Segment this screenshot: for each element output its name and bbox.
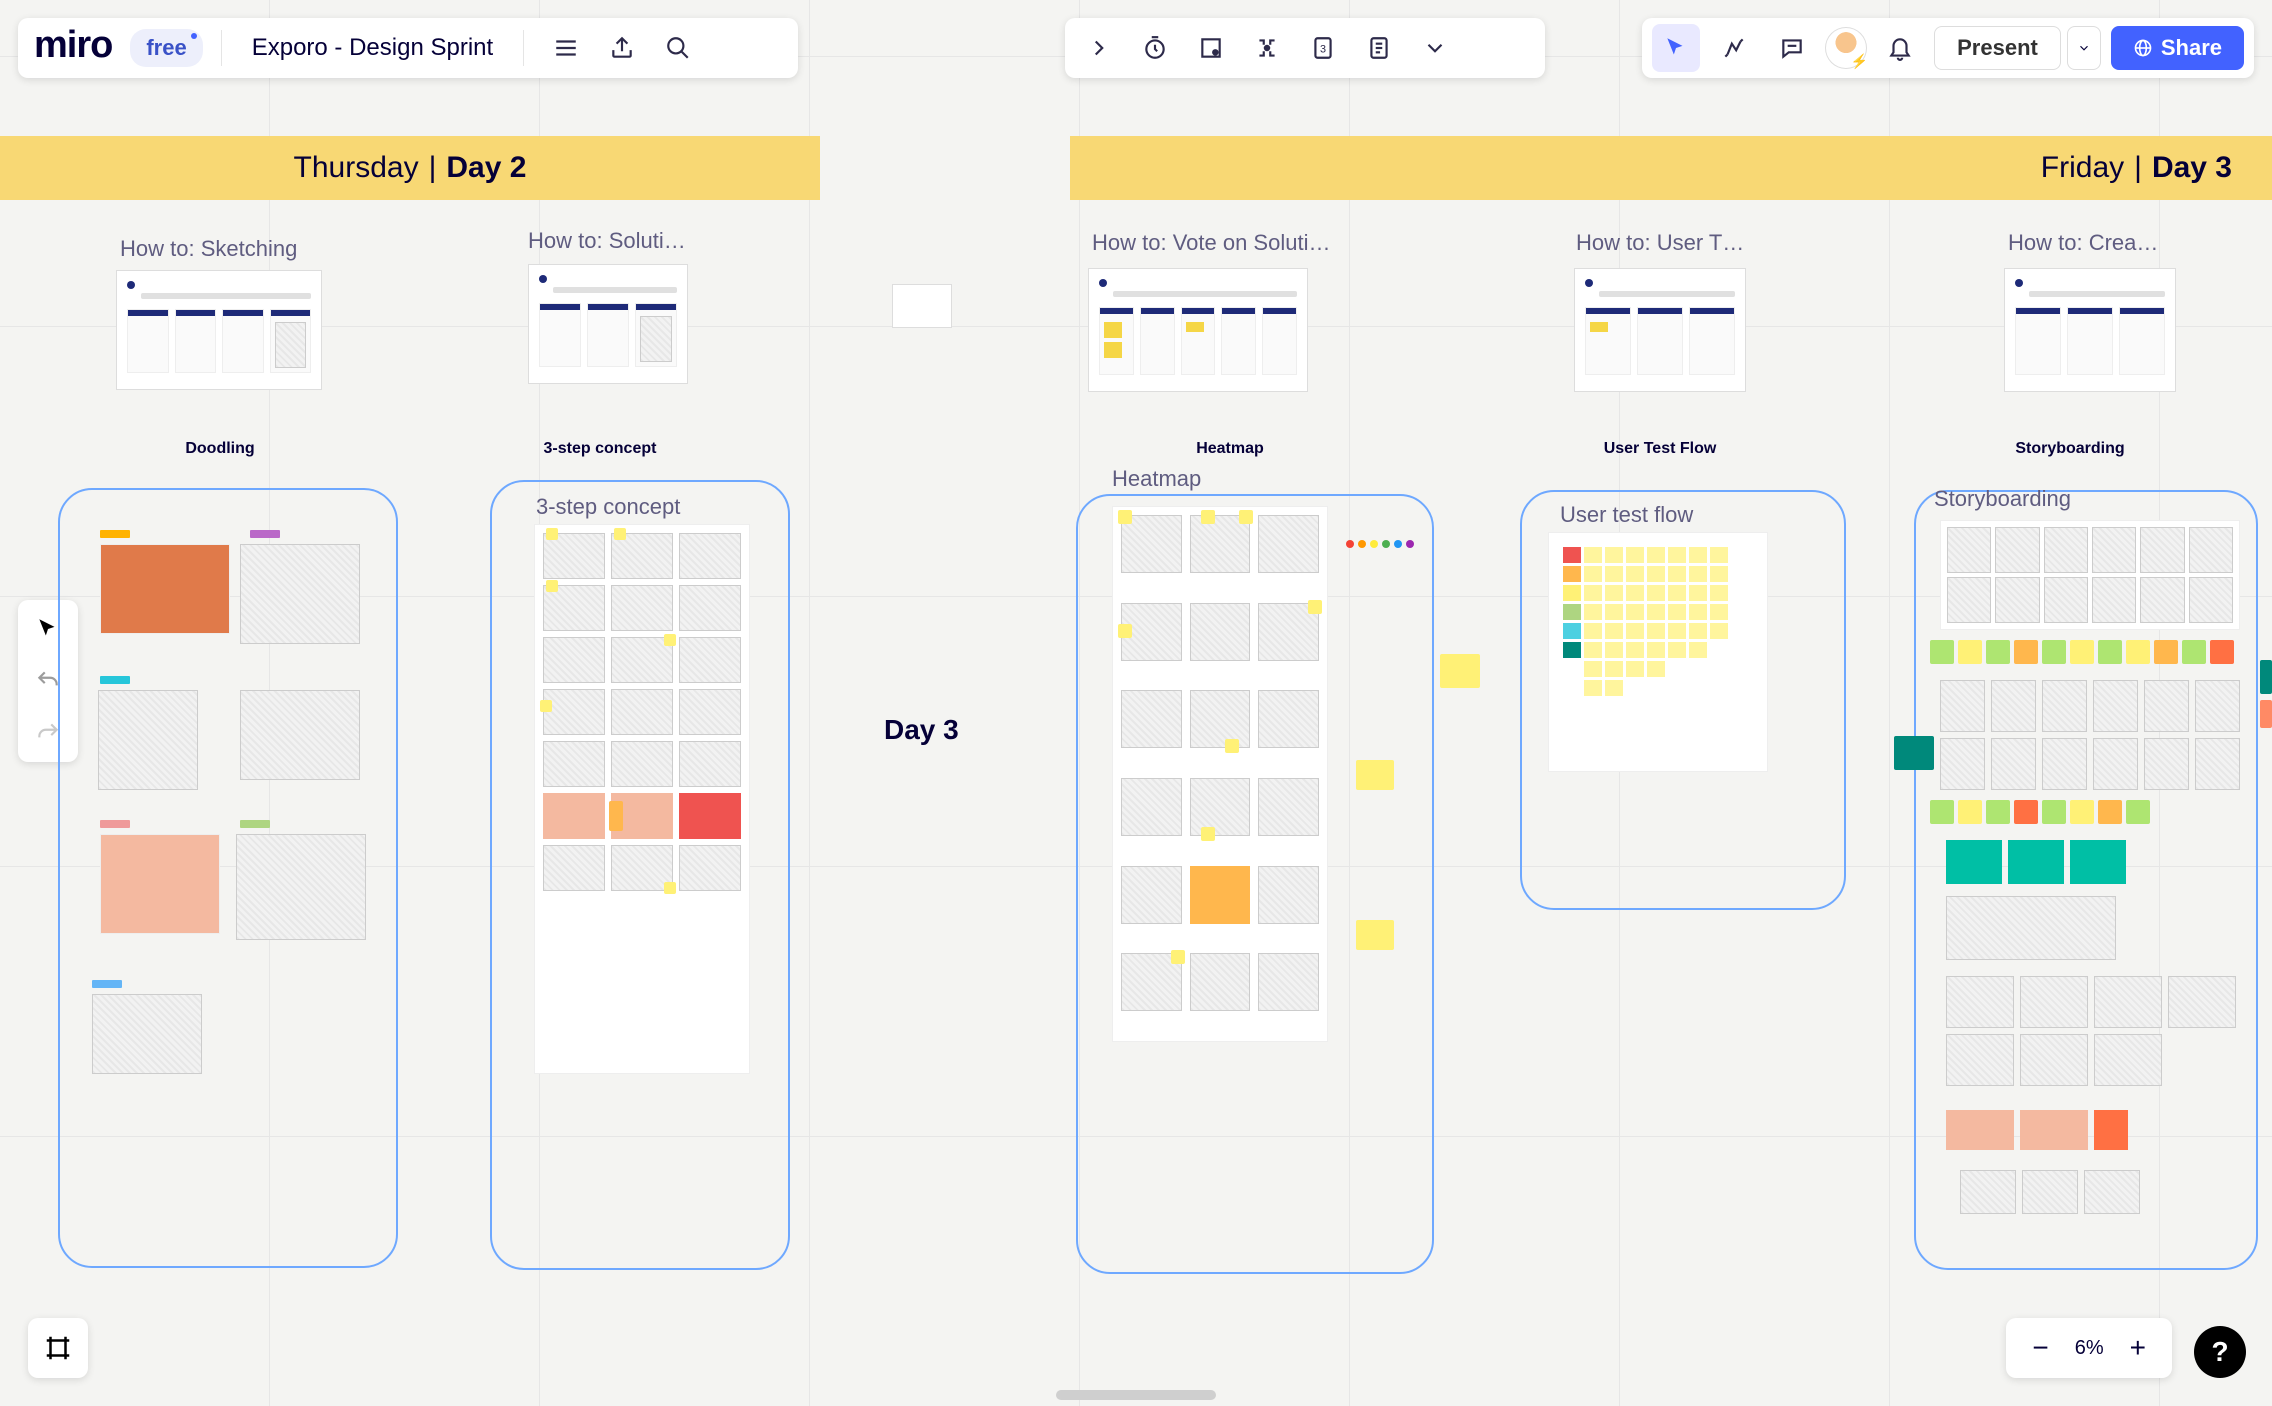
frame-title-threestep: 3-step concept bbox=[536, 494, 680, 520]
banner-day2-num: Day 2 bbox=[446, 151, 526, 185]
banner-day3-sep: | bbox=[2134, 151, 2142, 185]
tag[interactable] bbox=[92, 980, 122, 988]
sketch-photo[interactable] bbox=[100, 834, 220, 934]
attention-icon[interactable] bbox=[1243, 24, 1291, 72]
section-usertest-title: User Test Flow bbox=[1540, 440, 1780, 458]
howto-usertest-label: How to: User T… bbox=[1576, 230, 1744, 256]
timer-icon[interactable] bbox=[1131, 24, 1179, 72]
tag[interactable] bbox=[100, 820, 130, 828]
banner-day3[interactable]: Friday | Day 3 bbox=[1070, 136, 2272, 200]
sketch-photo[interactable] bbox=[240, 690, 360, 780]
sticky-note[interactable] bbox=[2260, 700, 2272, 728]
menu-icon[interactable] bbox=[542, 24, 590, 72]
sticky-note[interactable] bbox=[1440, 654, 1480, 688]
horizontal-scrollbar[interactable] bbox=[1056, 1390, 1216, 1400]
sketch-photo[interactable] bbox=[98, 690, 198, 790]
howto-solutions-label: How to: Soluti… bbox=[528, 228, 686, 254]
tag[interactable] bbox=[250, 530, 280, 538]
frame-title-heatmap: Heatmap bbox=[1112, 466, 1201, 492]
banner-day2-sep: | bbox=[429, 151, 437, 185]
expand-icon[interactable] bbox=[1075, 24, 1123, 72]
howto-card-solutions[interactable] bbox=[528, 264, 688, 384]
howto-card-sketching[interactable] bbox=[116, 270, 322, 390]
separator bbox=[523, 30, 524, 66]
section-heatmap-title: Heatmap bbox=[1110, 440, 1350, 458]
tag[interactable] bbox=[240, 820, 270, 828]
zoom-in-button[interactable]: + bbox=[2130, 1332, 2146, 1364]
toolbar-left: miro free Exporo - Design Sprint bbox=[18, 18, 798, 78]
present-dropdown[interactable] bbox=[2067, 26, 2101, 70]
howto-create-label: How to: Crea… bbox=[2008, 230, 2158, 256]
sketch-photo[interactable] bbox=[236, 834, 366, 940]
sticky-row[interactable] bbox=[1930, 800, 2260, 824]
section-storyboard-title: Storyboarding bbox=[1950, 440, 2190, 458]
storyboard-sketch-grid[interactable] bbox=[1946, 976, 2236, 1086]
board-title[interactable]: Exporo - Design Sprint bbox=[240, 34, 505, 62]
tag[interactable] bbox=[100, 530, 130, 538]
frames-panel-icon[interactable] bbox=[28, 1318, 88, 1378]
sketch-photo[interactable] bbox=[100, 544, 230, 634]
zoom-level[interactable]: 6% bbox=[2075, 1337, 2104, 1360]
storyboard-wireset-2[interactable] bbox=[1940, 680, 2240, 790]
sticky-note[interactable] bbox=[1356, 760, 1394, 790]
banner-day3-num: Day 3 bbox=[2152, 151, 2232, 185]
app-logo[interactable]: miro bbox=[28, 24, 122, 73]
user-avatar[interactable] bbox=[1826, 28, 1866, 68]
usertest-board[interactable] bbox=[1548, 532, 1768, 772]
notes-icon[interactable] bbox=[1355, 24, 1403, 72]
heatmap-legend[interactable] bbox=[1346, 540, 1416, 548]
hide-frames-icon[interactable] bbox=[1187, 24, 1235, 72]
banner-day2[interactable]: Thursday | Day 2 bbox=[0, 136, 820, 200]
sticky-note[interactable] bbox=[1894, 736, 1934, 770]
storyboard-wireset-1[interactable] bbox=[1940, 520, 2240, 630]
comments-icon[interactable] bbox=[1768, 24, 1816, 72]
sketch-photo[interactable] bbox=[240, 544, 360, 644]
content-card-small[interactable] bbox=[892, 284, 952, 328]
cursor-tool-icon[interactable] bbox=[1652, 24, 1700, 72]
howto-card-create[interactable] bbox=[2004, 268, 2176, 392]
separator bbox=[221, 30, 222, 66]
storyboard-bottom-row[interactable] bbox=[1960, 1170, 2140, 1214]
section-threestep-title: 3-step concept bbox=[480, 440, 720, 458]
storyboard-teal-cards[interactable] bbox=[1946, 840, 2126, 884]
search-icon[interactable] bbox=[654, 24, 702, 72]
plan-pill[interactable]: free bbox=[130, 29, 202, 67]
present-button[interactable]: Present bbox=[1934, 26, 2061, 70]
svg-text:3: 3 bbox=[1320, 43, 1326, 55]
toolbar-center: 3 bbox=[1065, 18, 1545, 78]
frame-title-usertest: User test flow bbox=[1560, 502, 1693, 528]
frame-title-storyboard: Storyboarding bbox=[1934, 486, 2071, 512]
sticky-note[interactable] bbox=[1356, 920, 1394, 950]
sticky-note[interactable] bbox=[2260, 660, 2272, 694]
sticky-row[interactable] bbox=[1930, 640, 2260, 664]
howto-card-usertest[interactable] bbox=[1574, 268, 1746, 392]
notifications-icon[interactable] bbox=[1876, 24, 1924, 72]
help-button[interactable]: ? bbox=[2194, 1326, 2246, 1378]
storyboard-peach-row[interactable] bbox=[1946, 1110, 2128, 1150]
howto-vote-label: How to: Vote on Soluti… bbox=[1092, 230, 1330, 256]
sketch-photo[interactable] bbox=[92, 994, 202, 1074]
export-icon[interactable] bbox=[598, 24, 646, 72]
howto-card-vote[interactable] bbox=[1088, 268, 1308, 392]
section-doodling-title: Doodling bbox=[100, 440, 340, 458]
more-apps-icon[interactable] bbox=[1411, 24, 1459, 72]
sketch-photo[interactable] bbox=[1946, 896, 2116, 960]
share-button[interactable]: Share bbox=[2111, 26, 2244, 70]
heatmap-board[interactable] bbox=[1112, 506, 1328, 1042]
toolbar-right: Present Share bbox=[1642, 18, 2254, 78]
tag[interactable] bbox=[100, 676, 130, 684]
threestep-board[interactable] bbox=[534, 524, 750, 1074]
zoom-out-button[interactable]: − bbox=[2032, 1332, 2048, 1364]
banner-day3-day: Friday bbox=[2041, 151, 2124, 185]
banner-day2-day: Thursday bbox=[294, 151, 419, 185]
day3-label: Day 3 bbox=[884, 714, 959, 746]
reactions-icon[interactable] bbox=[1710, 24, 1758, 72]
zoom-bar: − 6% + bbox=[2006, 1318, 2172, 1378]
howto-sketching-label: How to: Sketching bbox=[120, 236, 297, 262]
share-label: Share bbox=[2161, 35, 2222, 61]
voting-icon[interactable]: 3 bbox=[1299, 24, 1347, 72]
